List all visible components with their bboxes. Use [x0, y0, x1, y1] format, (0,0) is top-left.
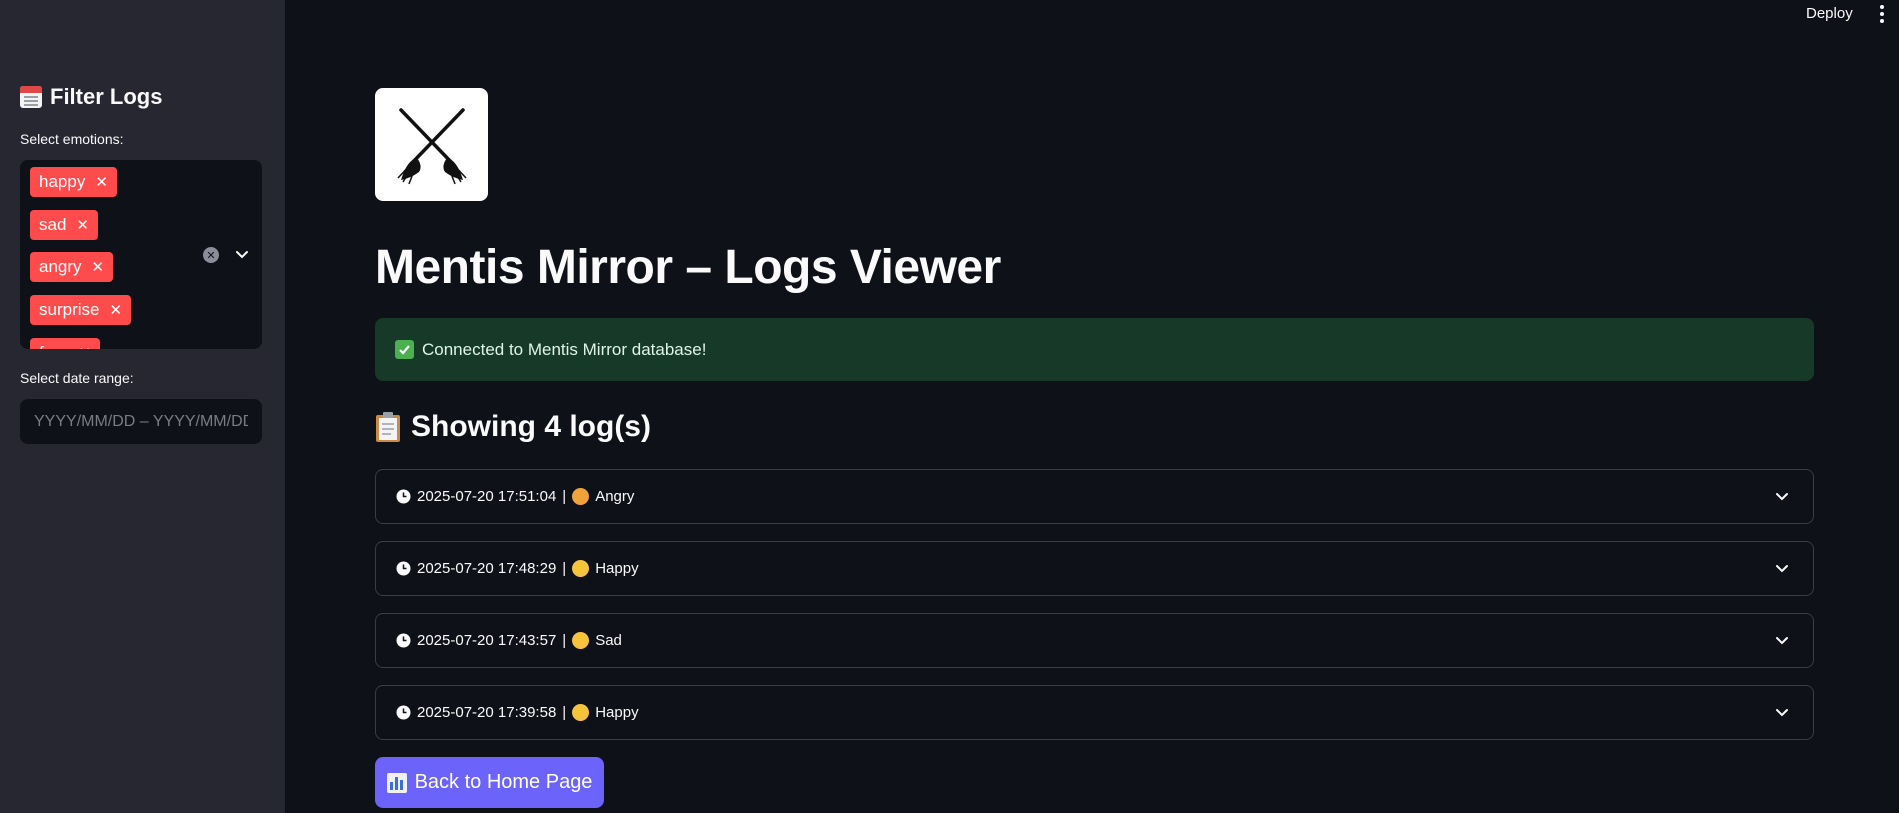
alert-text: Connected to Mentis Mirror database!: [422, 339, 707, 359]
log-emotion: Happy: [595, 704, 639, 721]
emotion-chip-label: happy: [39, 172, 86, 191]
deploy-button[interactable]: Deploy: [1806, 5, 1853, 22]
emotion-chip: angry ✕: [30, 252, 114, 282]
log-expander[interactable]: 2025-07-20 17:43:57 | Sad: [375, 613, 1814, 668]
broom-logo: [375, 88, 488, 201]
back-home-button[interactable]: Back to Home Page: [375, 757, 604, 808]
clock-icon: [396, 561, 411, 576]
sidebar-title-text: Filter Logs: [50, 84, 163, 109]
clock-icon: [396, 633, 411, 648]
sad-face-icon: [572, 632, 590, 649]
remove-chip-icon[interactable]: ✕: [92, 258, 105, 276]
log-timestamp: 2025-07-20 17:39:58: [417, 704, 557, 721]
check-icon: [395, 340, 414, 359]
log-expander[interactable]: 2025-07-20 17:48:29 | Happy: [375, 541, 1814, 596]
sidebar-title: Filter Logs: [20, 84, 162, 110]
angry-face-icon: [572, 488, 590, 505]
happy-face-icon: [572, 560, 590, 577]
log-timestamp: 2025-07-20 17:43:57: [417, 632, 557, 649]
log-timestamp: 2025-07-20 17:48:29: [417, 560, 557, 577]
page-title: Mentis Mirror – Logs Viewer: [375, 241, 1001, 294]
emotion-chip: happy ✕: [30, 167, 117, 197]
success-alert: Connected to Mentis Mirror database!: [375, 318, 1814, 381]
clipboard-icon: [376, 412, 400, 442]
log-emotion: Happy: [595, 560, 639, 577]
emotions-label: Select emotions:: [20, 131, 124, 147]
log-separator: |: [562, 704, 567, 721]
log-emotion: Angry: [595, 488, 635, 505]
emotion-chip: fear ✕: [30, 338, 100, 349]
remove-chip-icon[interactable]: ✕: [95, 173, 108, 191]
clock-icon: [396, 705, 411, 720]
date-range-label: Select date range:: [20, 370, 134, 386]
section-title: Showing 4 log(s): [375, 410, 651, 444]
chevron-down-icon[interactable]: [1773, 559, 1791, 577]
log-timestamp: 2025-07-20 17:51:04: [417, 488, 557, 505]
section-title-text: Showing 4 log(s): [411, 410, 651, 443]
log-separator: |: [562, 488, 567, 505]
chevron-down-icon[interactable]: [232, 244, 252, 264]
clock-icon: [396, 489, 411, 504]
crossed-brooms-icon: [396, 107, 467, 184]
emotion-chip-label: surprise: [39, 300, 100, 319]
bar-chart-icon: [386, 772, 407, 793]
clear-all-icon[interactable]: ✕: [203, 247, 219, 263]
log-expander[interactable]: 2025-07-20 17:39:58 | Happy: [375, 685, 1814, 740]
log-separator: |: [562, 632, 567, 649]
sidebar: Filter Logs Select emotions: happy ✕ sad…: [0, 0, 285, 813]
remove-chip-icon[interactable]: ✕: [78, 344, 91, 349]
emotion-chip-label: sad: [39, 215, 67, 234]
emotion-chip: sad ✕: [30, 210, 98, 240]
emotion-chip: surprise ✕: [30, 295, 132, 325]
happy-face-icon: [572, 704, 590, 721]
back-home-label: Back to Home Page: [414, 771, 593, 793]
log-emotion: Sad: [595, 632, 622, 649]
emotion-chip-label: fear: [39, 343, 68, 349]
emotion-chip-label: angry: [39, 257, 82, 276]
chevron-down-icon[interactable]: [1773, 703, 1791, 721]
log-separator: |: [562, 560, 567, 577]
remove-chip-icon[interactable]: ✕: [76, 216, 89, 234]
date-range-input[interactable]: [20, 399, 262, 444]
chevron-down-icon[interactable]: [1773, 631, 1791, 649]
chevron-down-icon[interactable]: [1773, 487, 1791, 505]
calendar-icon: [20, 86, 42, 108]
log-expander[interactable]: 2025-07-20 17:51:04 | Angry: [375, 469, 1814, 524]
emotions-multiselect[interactable]: happy ✕ sad ✕ angry ✕ surprise ✕ fear ✕ …: [20, 160, 262, 349]
main-menu-icon[interactable]: [1878, 4, 1886, 24]
remove-chip-icon[interactable]: ✕: [109, 301, 122, 319]
